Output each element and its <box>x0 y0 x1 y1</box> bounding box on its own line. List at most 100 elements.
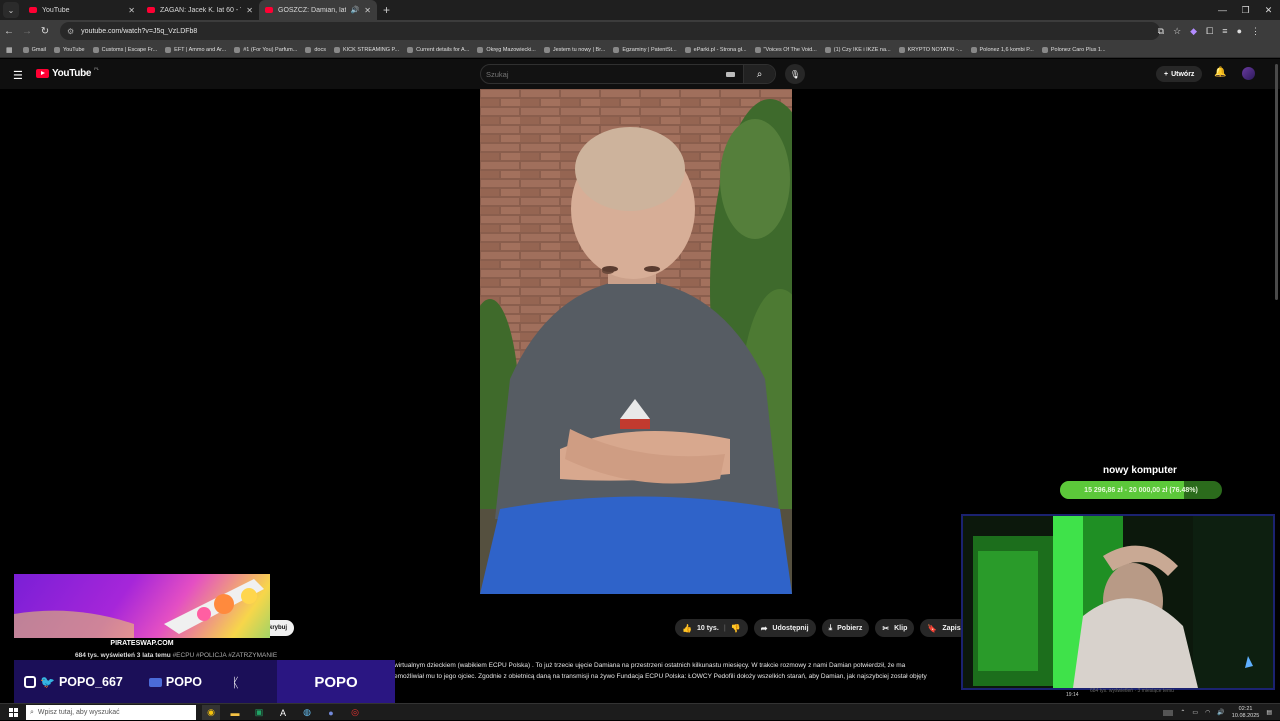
bookmark-favicon-icon <box>477 46 484 53</box>
search-input[interactable] <box>481 69 726 79</box>
clip-label: Klip <box>894 624 908 632</box>
taskbar-search[interactable]: ⌕ Wpisz tutaj, aby wyszukać <box>26 705 196 720</box>
notifications-bell-icon[interactable]: 🔔 <box>1214 67 1226 78</box>
minimize-icon[interactable]: — <box>1211 0 1234 20</box>
new-tab-icon[interactable]: + <box>383 3 390 17</box>
bookmark-item[interactable]: #1 (For You) Parfum... <box>234 46 297 53</box>
youtube-favicon-icon <box>265 7 273 13</box>
bookmark-item[interactable]: (1) Czy IKE i IKZE na... <box>824 46 891 53</box>
bookmark-item[interactable]: Egzaminy | PatentSt... <box>613 46 677 53</box>
share-label: Udostępnij <box>772 624 809 632</box>
donation-goal-bar: 15 296,86 zł - 20 000,00 zł (76.48%) <box>1060 481 1222 499</box>
bookmark-item[interactable]: "Voices Of The Void... <box>754 46 817 53</box>
system-tray: ⌃ ▭ ◠ 🔊 02:21 10.08.2025 ▤ <box>1163 704 1272 721</box>
wifi-icon[interactable]: ◠ <box>1205 709 1210 716</box>
speaker-icon[interactable]: 🔊 <box>351 6 360 14</box>
app-a-icon[interactable]: A <box>274 705 292 720</box>
extensions-puzzle-icon[interactable]: ⧠ <box>1206 26 1213 37</box>
tray-app-icon[interactable] <box>1163 709 1174 716</box>
window-controls: — ❐ ✕ <box>1211 0 1280 20</box>
steam-icon[interactable]: ◍ <box>298 705 316 720</box>
search-button[interactable]: ⌕ <box>743 65 775 83</box>
apps-grid-icon[interactable]: ▦ <box>6 46 13 54</box>
bookmark-favicon-icon <box>898 46 905 53</box>
close-tab-icon[interactable]: ✕ <box>128 6 135 15</box>
site-info-icon[interactable]: ⚙ <box>67 27 74 36</box>
windows-start-icon[interactable] <box>9 708 18 717</box>
tab-zagan[interactable]: ŻAGAŃ: Jacek K. lat 60 - YouTube ✕ <box>141 0 259 20</box>
back-icon[interactable]: ← <box>0 26 18 37</box>
tab-goszcz[interactable]: GOSZCZ: Damian, lat 26 - YouTube 🔊 ✕ <box>259 0 377 20</box>
maximize-icon[interactable]: ❐ <box>1234 0 1257 20</box>
page-scrollbar[interactable] <box>1275 64 1278 300</box>
excel-icon[interactable]: ▣ <box>250 705 268 720</box>
bookmark-item[interactable]: EFT | Ammo and Ar... <box>165 46 226 53</box>
bookmark-item[interactable]: Gmail <box>22 46 46 53</box>
region-code: PL <box>94 66 100 71</box>
tray-clock[interactable]: 02:21 10.08.2025 <box>1232 706 1260 720</box>
chrome-icon[interactable]: ◉ <box>202 705 220 720</box>
user-avatar[interactable] <box>1242 67 1255 80</box>
youtube-favicon-icon <box>29 7 37 13</box>
bookmark-item[interactable]: Current details for A... <box>407 46 469 53</box>
youtube-handle: POPO <box>165 675 203 689</box>
download-icon: ⤓ <box>828 623 833 632</box>
video-description[interactable]: wirtualnym dzieckiem (wabikiem ECPU Pols… <box>394 660 964 684</box>
menu-dots-icon[interactable]: ⋮ <box>1251 26 1260 37</box>
tab-youtube[interactable]: YouTube ✕ <box>23 0 141 20</box>
bookmark-star-icon[interactable]: ☆ <box>1173 26 1181 37</box>
like-button[interactable]: 👍 10 tys. | 👎 <box>675 619 748 637</box>
bookmark-favicon-icon <box>165 46 172 53</box>
bookmark-favicon-icon <box>1041 46 1048 53</box>
thumbs-down-icon[interactable]: 👎 <box>731 624 741 633</box>
close-tab-icon[interactable]: ✕ <box>246 6 253 15</box>
media-control-icon[interactable]: ≡ <box>1222 26 1227 36</box>
clip-button[interactable]: ✂ Klip <box>875 619 915 637</box>
bookmark-item[interactable]: eParki.pl - Strona gł... <box>684 46 747 53</box>
bookmark-label: Okręg Mazowiecki... <box>486 46 536 53</box>
bookmark-item[interactable]: docs <box>305 46 326 53</box>
bookmark-item[interactable]: Customs | Escape Fr... <box>92 46 157 53</box>
bookmark-item[interactable]: Okręg Mazowiecki... <box>477 46 536 53</box>
bookmark-favicon-icon <box>333 46 340 53</box>
donation-goal-text: 15 296,86 zł - 20 000,00 zł (76.48%) <box>1084 486 1198 494</box>
network-icon[interactable]: ▭ <box>1192 709 1198 716</box>
close-tab-icon[interactable]: ✕ <box>364 6 371 15</box>
bookmark-item[interactable]: Polonez Caro Plus 1... <box>1041 46 1106 53</box>
extension-icon[interactable]: ◆ <box>1190 26 1197 37</box>
notifications-icon[interactable]: ▤ <box>1266 709 1272 716</box>
close-window-icon[interactable]: ✕ <box>1257 0 1280 20</box>
bookmark-item[interactable]: Jestem tu nowy | Br... <box>543 46 605 53</box>
social-handles-bar: 🐦 POPO_667 POPO ᛕ POPO <box>14 660 395 704</box>
obs-icon[interactable]: ◎ <box>346 705 364 720</box>
install-icon[interactable]: ⧉ <box>1158 26 1164 37</box>
bookmark-label: Gmail <box>31 46 46 53</box>
volume-icon[interactable]: 🔊 <box>1217 709 1224 716</box>
file-explorer-icon[interactable]: ▬ <box>226 705 244 720</box>
download-label: Pobierz <box>837 624 863 632</box>
share-button[interactable]: ➦ Udostępnij <box>753 619 816 637</box>
youtube-play-icon <box>36 69 49 78</box>
bookmark-item[interactable]: KRYPTO NOTATKI -... <box>898 46 963 53</box>
bookmark-item[interactable]: Polonez 1,6 kombi P... <box>970 46 1034 53</box>
keyboard-icon[interactable] <box>726 71 735 77</box>
microphone-icon[interactable]: 🎙 <box>785 64 805 84</box>
video-tags[interactable]: #ECPU #POLICJA #ZATRZYMANIE <box>173 652 278 659</box>
bookmark-item[interactable]: KICK STREAMING P... <box>333 46 399 53</box>
bookmark-favicon-icon <box>234 46 241 53</box>
profile-icon[interactable]: ● <box>1237 26 1242 36</box>
discord-icon[interactable]: ● <box>322 705 340 720</box>
hamburger-menu-icon[interactable]: ☰ <box>13 69 23 82</box>
video-player[interactable] <box>480 89 792 594</box>
tab-search-icon[interactable]: ⌄ <box>3 2 19 18</box>
create-button[interactable]: + Utwórz <box>1156 66 1203 82</box>
tray-chevron-icon[interactable]: ⌃ <box>1180 709 1185 716</box>
instagram-icon <box>24 676 36 688</box>
youtube-logo[interactable]: YouTube PL <box>36 66 100 79</box>
forward-icon[interactable]: → <box>18 26 36 37</box>
search-box: ⌕ <box>480 64 776 84</box>
reload-icon[interactable]: ↻ <box>36 26 54 37</box>
address-bar[interactable]: ⚙ youtube.com/watch?v=J5q_VzLDFb8 <box>60 22 1160 40</box>
bookmark-item[interactable]: YouTube <box>54 46 85 53</box>
download-button[interactable]: ⤓ Pobierz <box>821 619 870 637</box>
